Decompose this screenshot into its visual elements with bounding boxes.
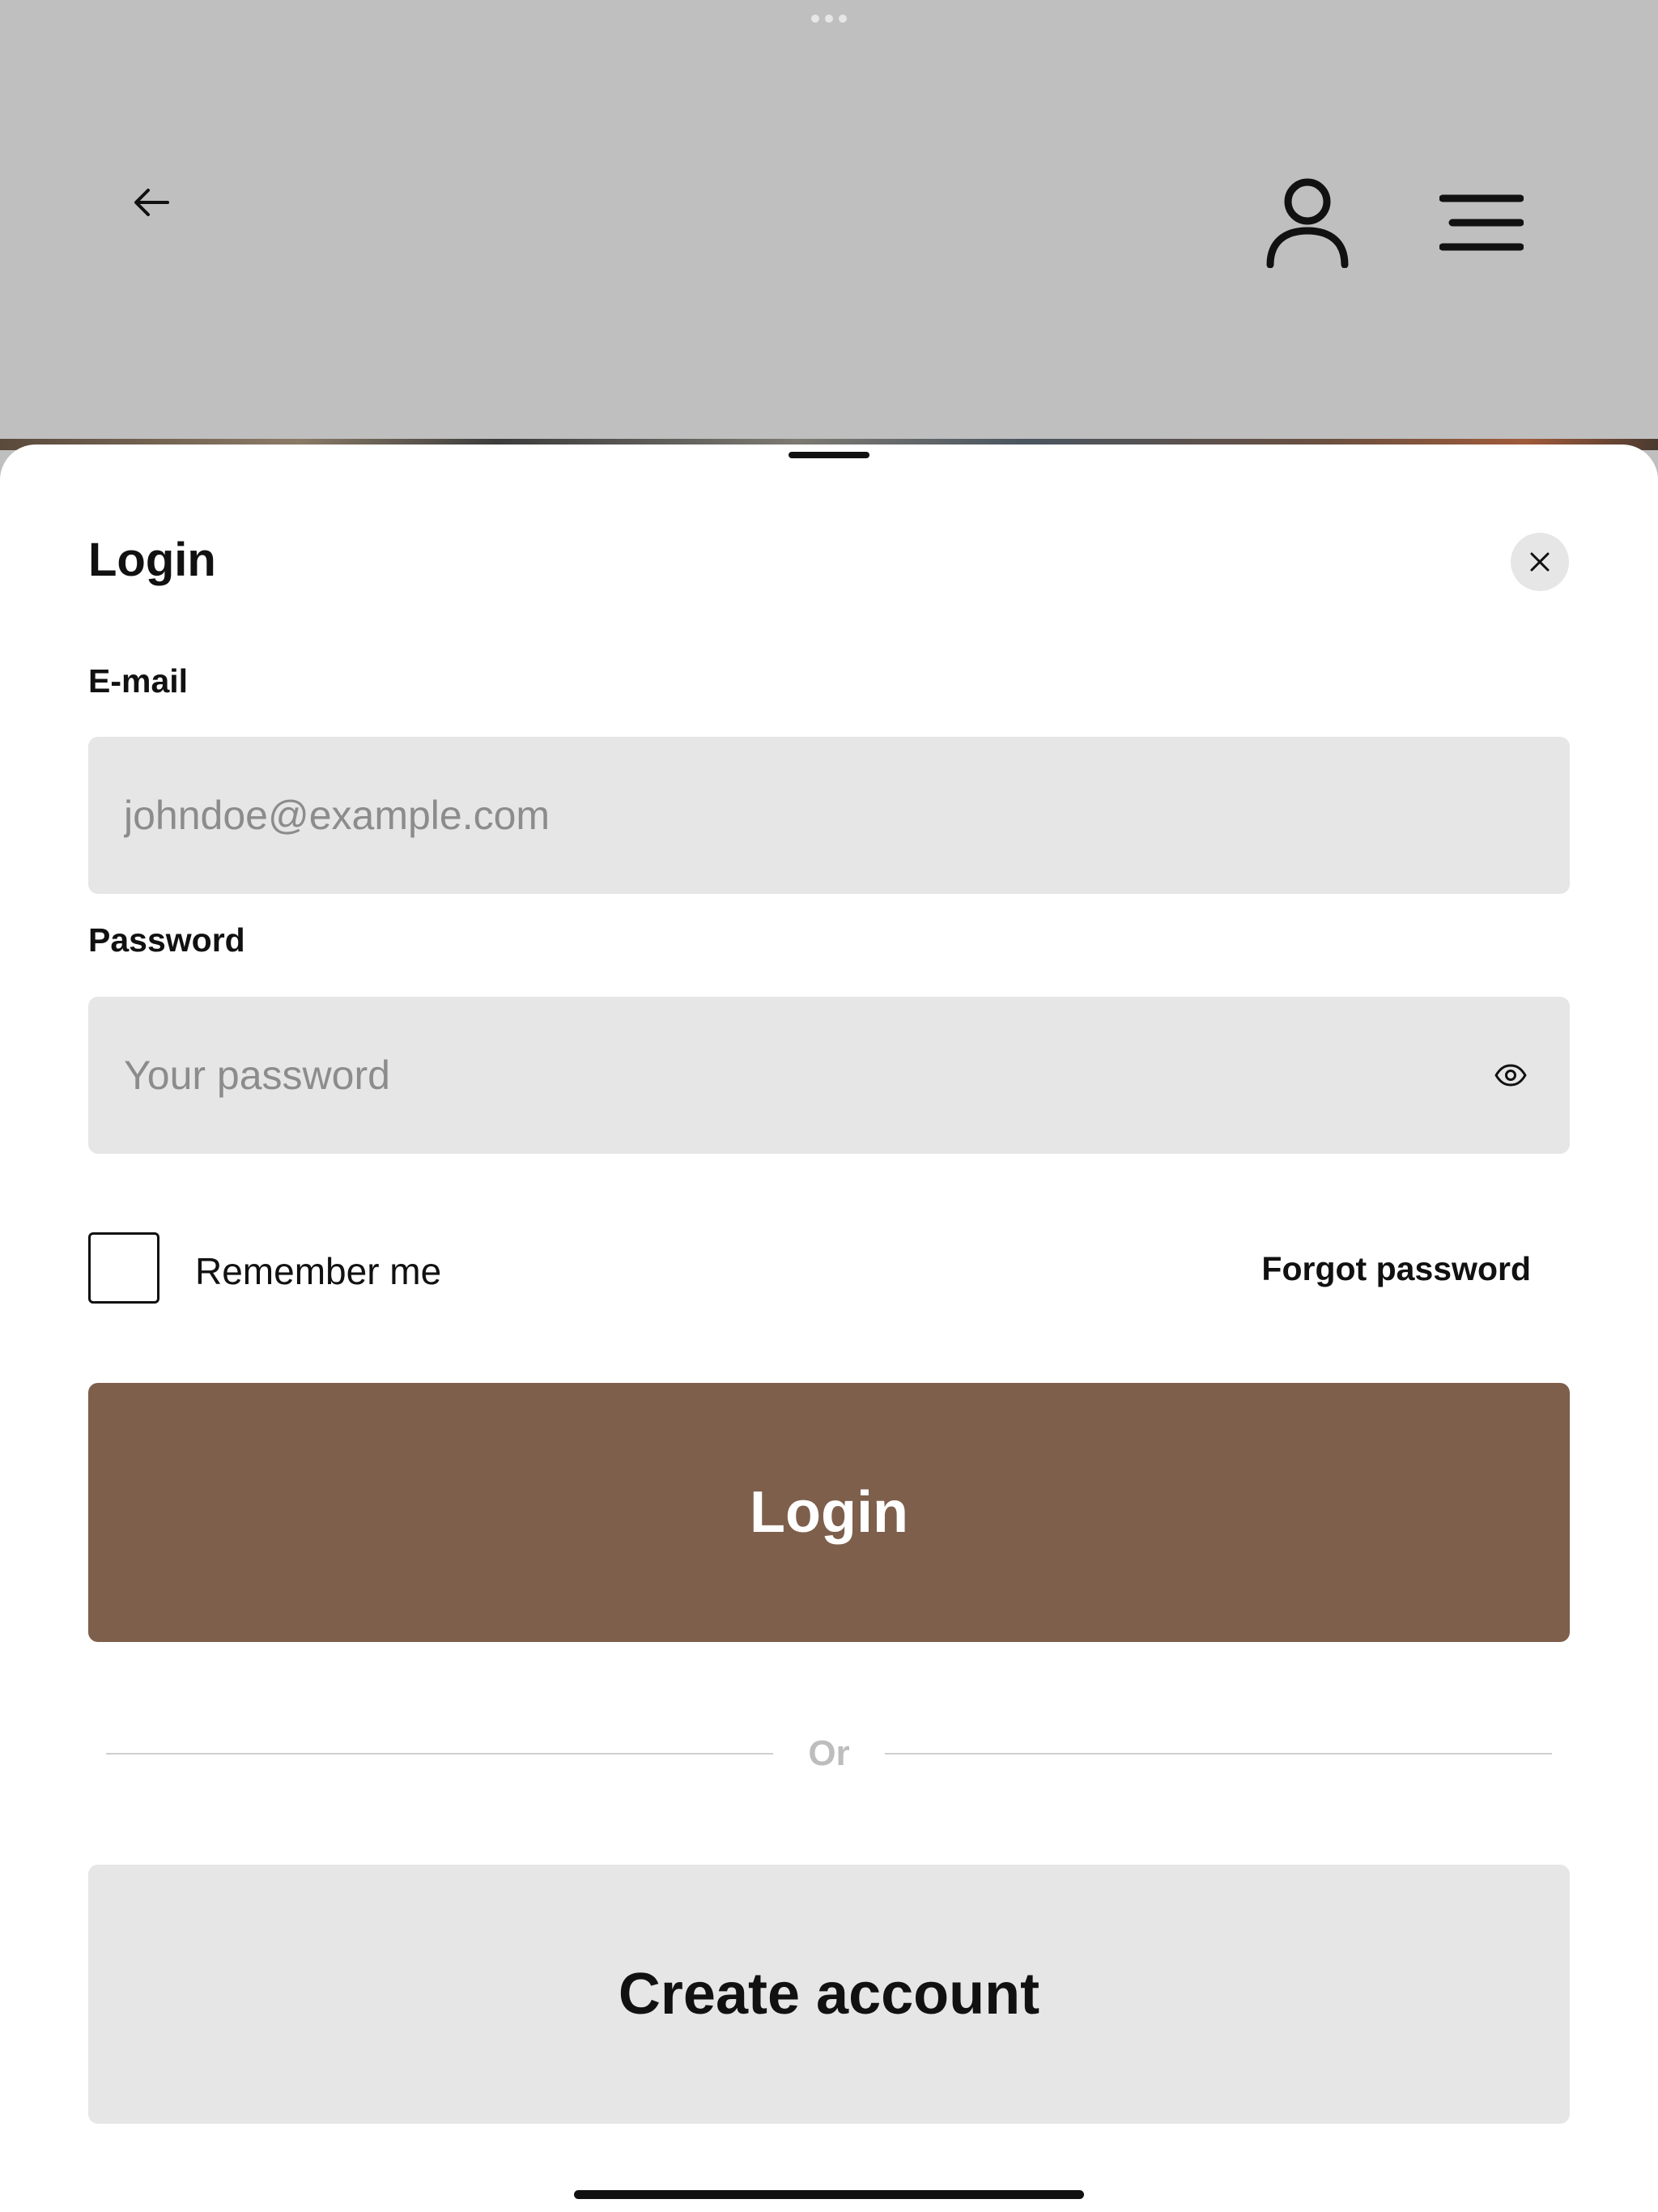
app-header-backdrop — [0, 0, 1658, 444]
sheet-grabber[interactable] — [789, 452, 869, 458]
back-button[interactable] — [121, 178, 181, 227]
password-field-box[interactable] — [88, 997, 1570, 1154]
create-account-button[interactable]: Create account — [88, 1865, 1570, 2124]
password-label: Password — [88, 921, 245, 959]
eye-icon — [1494, 1064, 1527, 1087]
divider-or-text: Or — [808, 1733, 850, 1773]
remember-me-row: Remember me — [88, 1230, 441, 1306]
remember-me-label[interactable]: Remember me — [195, 1249, 441, 1294]
user-icon — [1266, 178, 1349, 268]
multitasking-dots-icon[interactable] — [811, 15, 847, 23]
password-field[interactable] — [124, 997, 1419, 1154]
email-label: E-mail — [88, 662, 189, 700]
email-field-box[interactable] — [88, 737, 1570, 894]
show-password-button[interactable] — [1487, 1052, 1534, 1099]
remember-me-checkbox[interactable] — [88, 1232, 159, 1304]
close-button[interactable] — [1511, 533, 1569, 591]
divider-line-left — [106, 1753, 773, 1755]
home-indicator — [574, 2190, 1084, 2199]
login-button[interactable]: Login — [88, 1383, 1570, 1642]
divider-line-right — [885, 1753, 1552, 1755]
account-button[interactable] — [1255, 170, 1360, 275]
arrow-left-icon — [134, 189, 169, 216]
email-field[interactable] — [124, 737, 1419, 894]
menu-button[interactable] — [1433, 178, 1530, 267]
close-icon — [1530, 552, 1550, 572]
menu-icon — [1439, 194, 1524, 251]
sheet-title: Login — [88, 534, 216, 586]
forgot-password-link[interactable]: Forgot password — [1261, 1249, 1531, 1289]
